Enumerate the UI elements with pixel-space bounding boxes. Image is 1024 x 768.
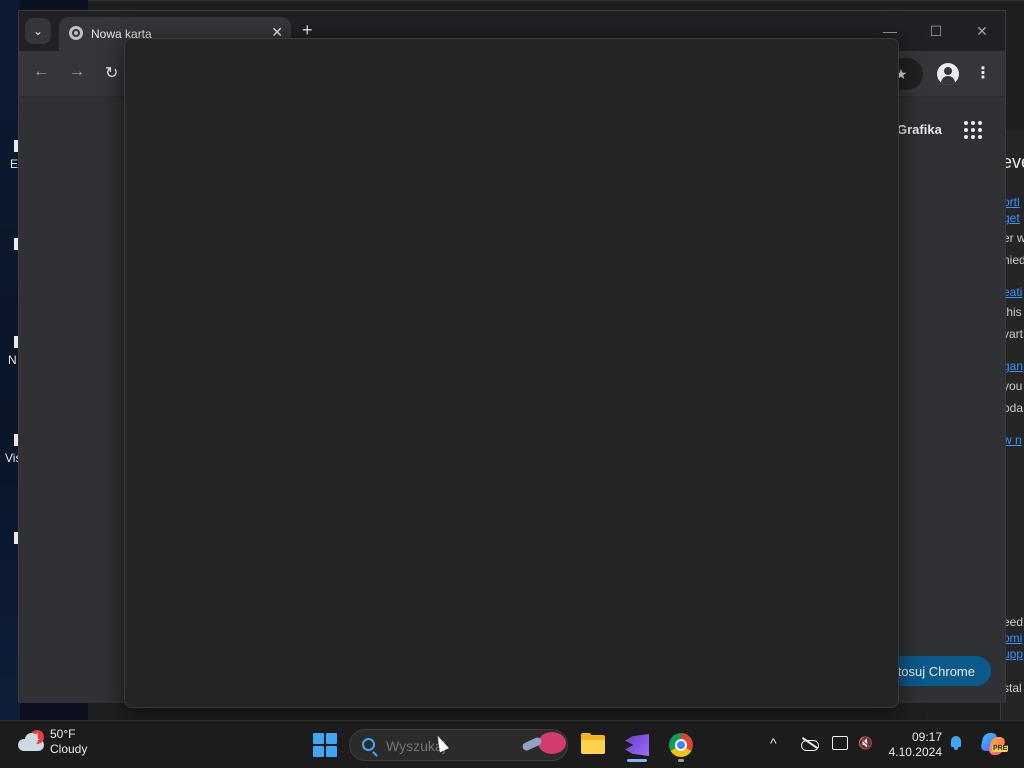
clock-date: 4.10.2024 [888, 745, 942, 759]
background-link[interactable]: upp [1003, 647, 1023, 661]
close-window-button[interactable]: ✕ [959, 15, 1005, 47]
search-icon [362, 738, 375, 751]
clock-time: 09:17 [911, 730, 942, 744]
search-highlight-image [520, 732, 566, 760]
taskbar: 1 50°F Cloudy ^ 🔇 09:17 4.10.2024 PRE [0, 720, 1024, 768]
maximize-button[interactable]: ☐ [913, 15, 959, 47]
profile-avatar-icon[interactable] [937, 63, 959, 85]
windows-start-icon[interactable] [313, 733, 337, 757]
network-icon[interactable] [832, 736, 848, 750]
images-link[interactable]: Grafika [897, 122, 942, 137]
clock[interactable]: 09:17 4.10.2024 [884, 730, 942, 760]
background-text: nied [1003, 253, 1024, 267]
background-link[interactable]: gan [1003, 359, 1023, 373]
reload-icon[interactable]: ↻ [105, 63, 118, 83]
background-text: er w [1003, 231, 1024, 245]
forward-arrow-icon[interactable]: → [69, 63, 85, 81]
desktop-icon-label: N [8, 353, 17, 367]
bell-icon[interactable] [949, 736, 963, 750]
weather-widget[interactable]: 1 50°F Cloudy [18, 727, 87, 757]
desktop-icon-label: Vis [5, 451, 21, 465]
background-text: oda, [1003, 401, 1024, 415]
background-text: vart [1003, 327, 1024, 341]
background-text: eed [1003, 615, 1024, 629]
cloud-icon: 1 [18, 730, 44, 751]
chevron-up-icon[interactable]: ^ [770, 735, 777, 751]
desktop-icon-label: E [10, 157, 19, 171]
taskbar-search[interactable] [349, 729, 568, 761]
new-tab-button[interactable]: + [302, 20, 313, 40]
apps-grid-icon[interactable] [964, 121, 982, 139]
kebab-menu-icon[interactable]: ⋮ [975, 63, 991, 83]
chrome-favicon-icon [69, 26, 83, 40]
chevron-down-icon: ⌄ [32, 24, 44, 38]
notification-badge: 1 [30, 730, 44, 744]
visual-studio-icon[interactable] [621, 729, 653, 762]
back-arrow-icon[interactable]: ← [33, 63, 49, 81]
weather-description: Cloudy [50, 742, 88, 756]
chrome-icon[interactable] [665, 729, 697, 762]
weather-temperature: 50°F [50, 727, 76, 741]
file-explorer-icon[interactable] [577, 729, 609, 761]
copilot-icon[interactable]: PRE [980, 731, 1009, 757]
speaker-muted-icon[interactable]: 🔇 [858, 736, 874, 750]
tab-search-button[interactable]: ⌄ [25, 18, 51, 44]
onedrive-offline-icon[interactable] [801, 736, 819, 751]
overlay-panel [124, 38, 899, 708]
